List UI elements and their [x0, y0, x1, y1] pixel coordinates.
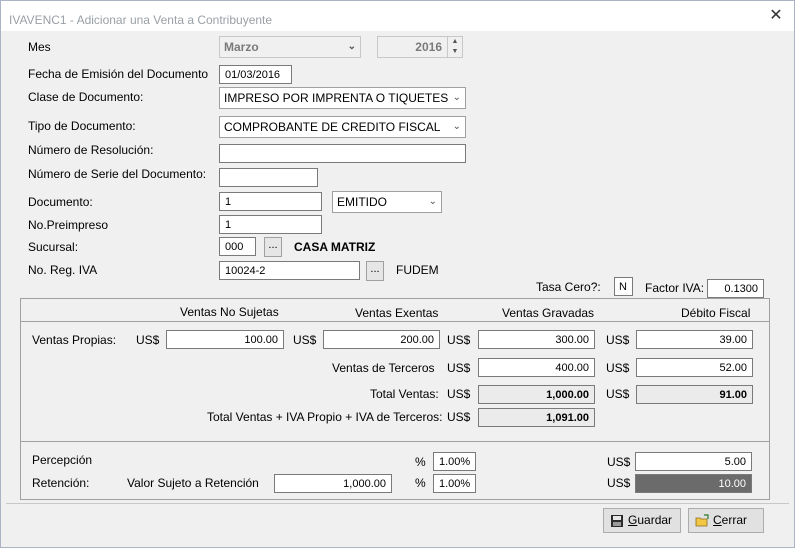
chevron-down-icon: ⌄ — [428, 196, 437, 207]
anio-value: 2016 — [415, 40, 442, 54]
percepcion-value-input[interactable]: 5.00 — [635, 452, 752, 471]
guardar-label: uardar — [637, 513, 673, 527]
clase-select[interactable]: IMPRESO POR IMPRENTA O TIQUETES ⌄ — [219, 87, 466, 109]
propias-gravadas-input[interactable]: 300.00 — [478, 330, 595, 349]
currency-label: US$ — [447, 361, 471, 375]
currency-label: US$ — [136, 333, 160, 347]
dialog-window: IVAVENC1 - Adicionar una Venta a Contrib… — [0, 0, 795, 548]
retencion-label: Retención: — [32, 476, 90, 490]
cerrar-button[interactable]: Cerrar — [688, 508, 764, 533]
currency-label: US$ — [447, 333, 471, 347]
total-gravadas-value: 1,000.00 — [478, 385, 595, 404]
clase-value: IMPRESO POR IMPRENTA O TIQUETES — [224, 91, 449, 105]
currency-label: US$ — [293, 333, 317, 347]
header-no-sujetas: Ventas No Sujetas — [180, 305, 279, 319]
floppy-disk-icon — [610, 513, 624, 527]
title-bar: IVAVENC1 - Adicionar una Venta a Contrib… — [1, 1, 794, 31]
reg-iva-input[interactable]: 10024-2 — [219, 261, 360, 280]
currency-label: US$ — [606, 387, 630, 401]
reg-iva-label: No. Reg. IVA — [28, 263, 98, 277]
chevron-down-icon: ⌄ — [452, 92, 461, 103]
percent-symbol: % — [415, 476, 426, 490]
mes-select[interactable]: Marzo ⌄ — [219, 36, 361, 58]
percepcion-pct-input[interactable]: 1.00% — [433, 452, 476, 471]
valor-sujeto-input[interactable]: 1,000.00 — [274, 474, 392, 493]
sucursal-code-input[interactable]: 000 — [219, 237, 256, 256]
propias-debito-input[interactable]: 39.00 — [636, 330, 753, 349]
currency-label: US$ — [447, 410, 471, 424]
header-gravadas: Ventas Gravadas — [502, 306, 595, 320]
documento-label: Documento: — [28, 195, 93, 209]
chevron-down-icon: ⌄ — [452, 121, 461, 132]
spinner-arrows-icon[interactable]: ▲ ▼ — [447, 37, 462, 57]
retencion-value-input[interactable]: 10.00 — [635, 474, 752, 493]
currency-label: US$ — [447, 387, 471, 401]
total-iva-value: 1,091.00 — [478, 408, 595, 427]
terceros-debito-input[interactable]: 52.00 — [636, 358, 753, 377]
clase-label: Clase de Documento: — [28, 90, 144, 104]
tipo-select[interactable]: COMPROBANTE DE CREDITO FISCAL ⌄ — [219, 116, 466, 138]
propias-no-sujetas-input[interactable]: 100.00 — [166, 330, 284, 349]
ventas-propias-label: Ventas Propias: — [32, 333, 117, 347]
guardar-button[interactable]: Guardar — [603, 508, 681, 533]
currency-label: US$ — [606, 361, 630, 375]
header-exentas: Ventas Exentas — [355, 306, 439, 320]
guardar-accel: G — [628, 513, 638, 527]
folder-open-icon — [695, 513, 709, 527]
tasa-cero-label: Tasa Cero?: — [536, 280, 601, 294]
mes-value: Marzo — [224, 40, 259, 54]
footer-divider — [6, 503, 789, 504]
total-ventas-label: Total Ventas: — [370, 387, 439, 401]
fecha-label: Fecha de Emisión del Documento — [28, 67, 209, 81]
anio-spinner[interactable]: 2016 ▲ ▼ — [377, 36, 463, 58]
preimpreso-label: No.Preimpreso — [28, 218, 109, 232]
tipo-label: Tipo de Documento: — [28, 119, 136, 133]
terceros-gravadas-input[interactable]: 400.00 — [478, 358, 595, 377]
currency-label: US$ — [607, 455, 631, 469]
preimpreso-input[interactable]: 1 — [219, 215, 322, 234]
close-icon[interactable]: ✕ — [766, 7, 786, 25]
documento-input[interactable]: 1 — [219, 192, 322, 211]
chevron-down-icon: ⌄ — [347, 41, 356, 52]
fecha-input[interactable]: 01/03/2016 — [219, 65, 292, 84]
serie-label: Número de Serie del Documento: — [28, 167, 207, 181]
sucursal-browse-button[interactable]: ... — [264, 237, 282, 257]
valor-sujeto-label: Valor Sujeto a Retención — [127, 476, 259, 490]
resolucion-input[interactable] — [219, 144, 466, 163]
tasa-cero-input[interactable]: N — [614, 277, 633, 296]
factor-iva-label: Factor IVA: — [645, 281, 705, 295]
cerrar-label: errar — [721, 513, 748, 527]
mes-label: Mes — [28, 40, 51, 54]
reg-iva-name: FUDEM — [396, 263, 439, 277]
header-divider — [21, 321, 769, 322]
total-debito-value: 91.00 — [636, 385, 753, 404]
cerrar-accel: C — [713, 513, 722, 527]
serie-input[interactable] — [219, 168, 318, 187]
sucursal-name: CASA MATRIZ — [294, 240, 376, 254]
resolucion-label: Número de Resolución: — [28, 143, 154, 157]
propias-exentas-input[interactable]: 200.00 — [323, 330, 440, 349]
percepcion-label: Percepción — [32, 453, 93, 467]
section-divider — [21, 441, 769, 442]
factor-iva-input[interactable]: 0.1300 — [707, 279, 764, 298]
retencion-pct-input[interactable]: 1.00% — [433, 474, 476, 493]
currency-label: US$ — [607, 476, 631, 490]
total-iva-label: Total Ventas + IVA Propio + IVA de Terce… — [207, 410, 443, 424]
ventas-terceros-label: Ventas de Terceros — [332, 361, 435, 375]
header-debito: Débito Fiscal — [681, 306, 751, 320]
window-title: IVAVENC1 - Adicionar una Venta a Contrib… — [9, 13, 273, 27]
sucursal-label: Sucursal: — [28, 240, 79, 254]
documento-estado-select[interactable]: EMITIDO ⌄ — [332, 191, 442, 213]
tipo-value: COMPROBANTE DE CREDITO FISCAL — [224, 120, 441, 134]
currency-label: US$ — [606, 333, 630, 347]
documento-estado-value: EMITIDO — [337, 195, 387, 209]
reg-iva-browse-button[interactable]: ... — [366, 261, 384, 281]
percent-symbol: % — [415, 455, 426, 469]
